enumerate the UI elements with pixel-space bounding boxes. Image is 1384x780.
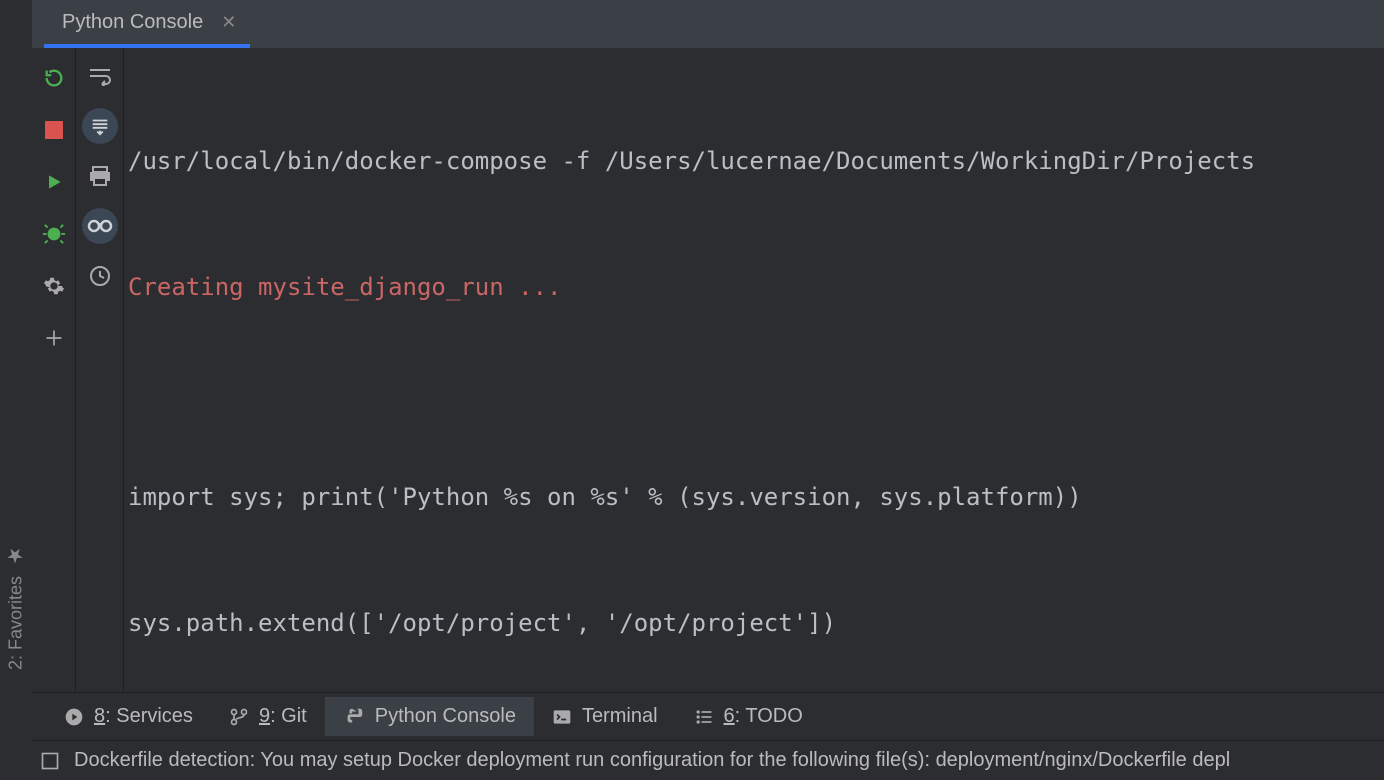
star-icon: ★ [4,544,28,568]
tab-label: Python Console [375,705,516,728]
tab-terminal[interactable]: Terminal [534,697,676,736]
debug-icon[interactable] [40,220,68,248]
console-line: /usr/local/bin/docker-compose -f /Users/… [124,140,1384,182]
tab-git[interactable]: 9: Git [211,697,325,736]
tab-title: Python Console [62,11,203,34]
bottom-tool-tabs: 8: Services 9: Git Python Console Termin… [32,692,1384,740]
notification-icon[interactable] [40,751,60,771]
settings-icon[interactable] [40,272,68,300]
console-line: Creating mysite_django_run ... [124,266,1384,308]
run-toolbar [32,48,76,692]
run-icon[interactable] [40,168,68,196]
rerun-icon[interactable] [40,64,68,92]
terminal-icon [552,707,572,727]
main-column: Python Console ✕ [32,0,1384,780]
python-icon [343,706,365,728]
soft-wrap-icon[interactable] [86,62,114,90]
list-icon [694,707,714,727]
favorites-label-text: 2: Favorites [6,576,27,670]
python-console-tab[interactable]: Python Console ✕ [44,0,250,48]
tab-python-console[interactable]: Python Console [325,697,534,736]
print-icon[interactable] [86,162,114,190]
tab-label: Terminal [582,705,658,728]
status-bar: Dockerfile detection: You may setup Dock… [32,740,1384,780]
stop-icon[interactable] [40,116,68,144]
tool-window-header: Python Console ✕ [32,0,1384,48]
history-icon[interactable] [86,262,114,290]
new-session-icon[interactable] [40,324,68,352]
tab-label: 8: Services [94,705,193,728]
tab-label: 9: Git [259,705,307,728]
play-circle-icon [64,707,84,727]
console-toolbar [76,48,124,692]
console-output[interactable]: /usr/local/bin/docker-compose -f /Users/… [124,48,1384,692]
tab-label: 6: TODO [724,705,803,728]
favorites-tool-tab[interactable]: 2: Favorites ★ [4,544,28,670]
branch-icon [229,707,249,727]
console-line: sys.path.extend(['/opt/project', '/opt/p… [124,602,1384,644]
status-text: Dockerfile detection: You may setup Dock… [74,749,1230,772]
close-icon[interactable]: ✕ [215,12,242,33]
console-line: import sys; print('Python %s on %s' % (s… [124,476,1384,518]
left-edge-sidebar: 2: Favorites ★ [0,0,32,780]
show-variables-icon[interactable] [82,208,118,244]
tab-services[interactable]: 8: Services [46,697,211,736]
tab-todo[interactable]: 6: TODO [676,697,821,736]
console-body-row: /usr/local/bin/docker-compose -f /Users/… [32,48,1384,692]
scroll-to-end-icon[interactable] [82,108,118,144]
